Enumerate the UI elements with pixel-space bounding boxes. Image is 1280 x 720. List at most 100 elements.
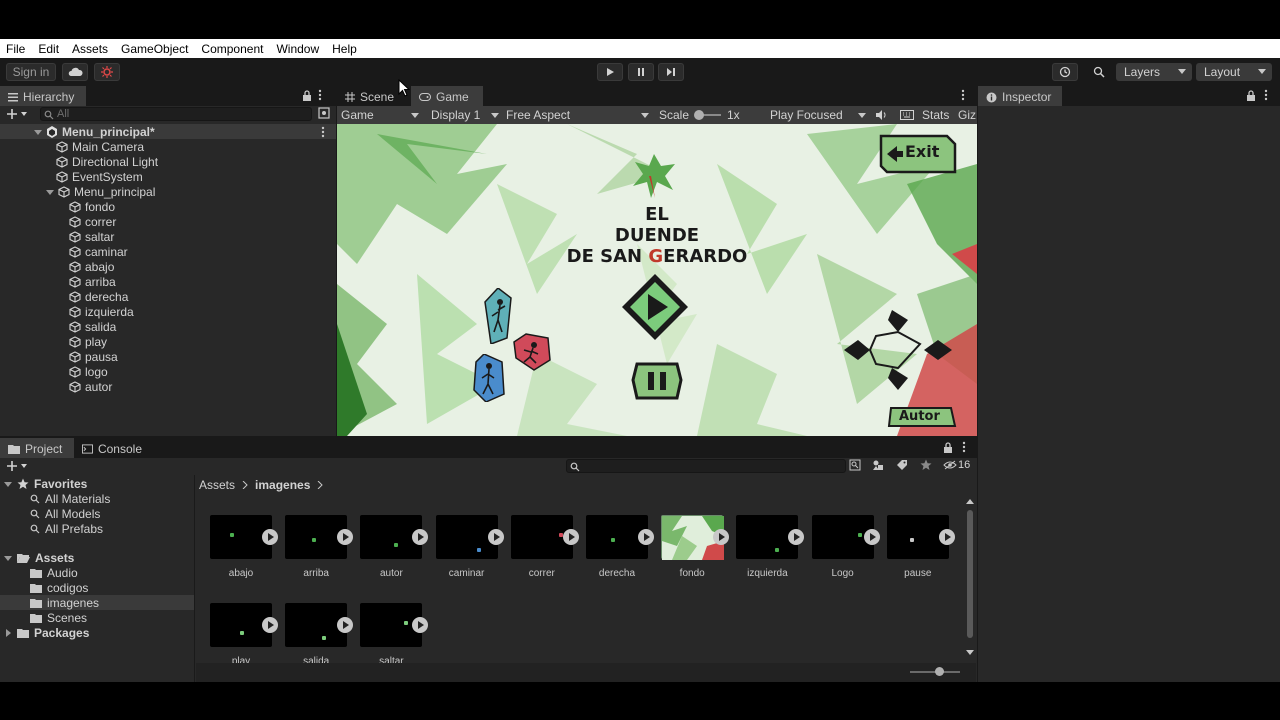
filter-type-icon[interactable] xyxy=(872,459,884,471)
more-icon[interactable] xyxy=(318,89,322,101)
play-button[interactable] xyxy=(597,63,623,81)
favorite-item[interactable]: All Materials xyxy=(30,491,110,506)
asset-item[interactable]: correr xyxy=(510,515,587,595)
layers-dropdown[interactable]: Layers xyxy=(1116,63,1192,81)
asset-item[interactable]: arriba xyxy=(285,515,361,595)
breadcrumb-imagenes[interactable]: imagenes xyxy=(255,478,310,492)
asset-folder-item[interactable]: codigos xyxy=(30,580,88,595)
add-icon[interactable] xyxy=(6,460,28,472)
expand-asset-icon[interactable] xyxy=(863,529,880,545)
tab-inspector[interactable]: Inspector xyxy=(978,86,1062,106)
search-by-type-icon[interactable] xyxy=(849,459,861,471)
speaker-icon[interactable] xyxy=(875,109,887,121)
asset-item[interactable]: saltar xyxy=(360,603,436,663)
lock-icon[interactable] xyxy=(1246,90,1256,101)
gizmos-button[interactable]: Giz xyxy=(958,108,976,122)
more-icon[interactable] xyxy=(961,89,965,101)
hierarchy-item[interactable]: EventSystem xyxy=(56,169,143,184)
exit-button[interactable]: Exit xyxy=(877,132,957,176)
expand-asset-icon[interactable] xyxy=(487,529,504,545)
history-button[interactable] xyxy=(1052,63,1078,81)
menu-window[interactable]: Window xyxy=(276,42,319,56)
scale-slider-thumb[interactable] xyxy=(694,110,704,120)
hierarchy-child-item[interactable]: saltar xyxy=(69,229,114,244)
sign-in-button[interactable]: Sign in xyxy=(6,63,56,81)
direction-pad[interactable] xyxy=(842,308,954,392)
autor-button[interactable]: Autor xyxy=(887,404,957,430)
hierarchy-child-item[interactable]: izquierda xyxy=(69,304,134,319)
menu-edit[interactable]: Edit xyxy=(38,42,59,56)
asset-item[interactable]: fondo xyxy=(661,515,737,595)
tab-project[interactable]: Project xyxy=(0,438,74,458)
asset-item[interactable]: pause xyxy=(886,515,963,595)
aspect-dropdown[interactable]: Free Aspect xyxy=(506,107,649,123)
display-mode-dropdown[interactable]: Game xyxy=(341,107,421,123)
climb-character-icon[interactable] xyxy=(483,288,513,344)
collab-button[interactable] xyxy=(94,63,120,81)
more-icon[interactable] xyxy=(1264,89,1268,101)
search-button[interactable] xyxy=(1086,63,1112,81)
hierarchy-child-item[interactable]: salida xyxy=(69,319,116,334)
step-button[interactable] xyxy=(658,63,684,81)
favorite-item[interactable]: All Models xyxy=(30,506,100,521)
hierarchy-item[interactable]: Menu_principal xyxy=(46,184,155,199)
star-icon[interactable] xyxy=(920,459,932,471)
display-dropdown[interactable]: Display 1 xyxy=(431,107,499,123)
menu-file[interactable]: File xyxy=(6,42,25,56)
favorite-item[interactable]: All Prefabs xyxy=(30,521,103,536)
menu-component[interactable]: Component xyxy=(201,42,263,56)
assets-header[interactable]: Assets xyxy=(4,550,74,565)
tag-icon[interactable] xyxy=(896,459,908,471)
asset-item[interactable]: izquierda xyxy=(736,515,812,595)
tab-hierarchy[interactable]: Hierarchy xyxy=(0,86,86,106)
expand-asset-icon[interactable] xyxy=(337,617,354,633)
play-mode-dropdown[interactable]: Play Focused xyxy=(770,107,866,123)
cloud-button[interactable] xyxy=(62,63,88,81)
scene-visibility-icon[interactable] xyxy=(318,107,330,119)
expand-asset-icon[interactable] xyxy=(262,617,278,633)
game-pause-button[interactable] xyxy=(631,362,683,400)
eye-hidden-icon[interactable] xyxy=(943,460,957,470)
thumbnail-size-thumb[interactable] xyxy=(935,667,944,676)
scene-root[interactable]: Menu_principal* xyxy=(34,124,155,139)
asset-folder-item[interactable]: Scenes xyxy=(30,610,87,625)
asset-scrollbar[interactable] xyxy=(966,498,974,658)
hierarchy-child-item[interactable]: derecha xyxy=(69,289,128,304)
scroll-up-icon[interactable] xyxy=(966,498,974,504)
keyboard-icon[interactable] xyxy=(900,109,914,121)
hierarchy-child-item[interactable]: caminar xyxy=(69,244,128,259)
expand-asset-icon[interactable] xyxy=(938,529,955,545)
lock-icon[interactable] xyxy=(302,90,312,101)
hierarchy-child-item[interactable]: correr xyxy=(69,214,116,229)
hierarchy-item[interactable]: Main Camera xyxy=(56,139,144,154)
expand-asset-icon[interactable] xyxy=(412,617,429,633)
asset-item[interactable]: Logo xyxy=(811,515,888,595)
expand-asset-icon[interactable] xyxy=(713,529,730,545)
hierarchy-search-input[interactable]: All xyxy=(40,107,312,121)
asset-item[interactable]: caminar xyxy=(435,515,512,595)
asset-item[interactable]: abajo xyxy=(210,515,286,595)
hierarchy-child-item[interactable]: play xyxy=(69,334,107,349)
expand-asset-icon[interactable] xyxy=(788,529,805,545)
game-view[interactable]: EL DUENDE DE SAN GERARDO Exit Autor xyxy=(337,124,977,436)
run-character-icon[interactable] xyxy=(512,332,552,372)
asset-folder-item[interactable]: imagenes xyxy=(30,595,99,610)
pause-button[interactable] xyxy=(628,63,654,81)
favorites-header[interactable]: Favorites xyxy=(4,476,87,491)
asset-item[interactable]: derecha xyxy=(586,515,662,595)
layout-dropdown[interactable]: Layout xyxy=(1196,63,1272,81)
hierarchy-child-item[interactable]: abajo xyxy=(69,259,114,274)
game-play-button[interactable] xyxy=(620,272,690,342)
expand-asset-icon[interactable] xyxy=(412,529,429,545)
add-icon[interactable] xyxy=(6,108,28,120)
packages-header[interactable]: Packages xyxy=(4,625,89,640)
menu-help[interactable]: Help xyxy=(332,42,357,56)
asset-item[interactable]: autor xyxy=(360,515,436,595)
hierarchy-child-item[interactable]: fondo xyxy=(69,199,115,214)
tab-console[interactable]: Console xyxy=(74,438,150,458)
lock-icon[interactable] xyxy=(943,442,953,453)
asset-folder-item[interactable]: Audio xyxy=(30,565,78,580)
walk-character-icon[interactable] xyxy=(472,354,506,402)
scrollbar-thumb[interactable] xyxy=(967,510,973,638)
tab-game[interactable]: Game xyxy=(411,86,483,106)
